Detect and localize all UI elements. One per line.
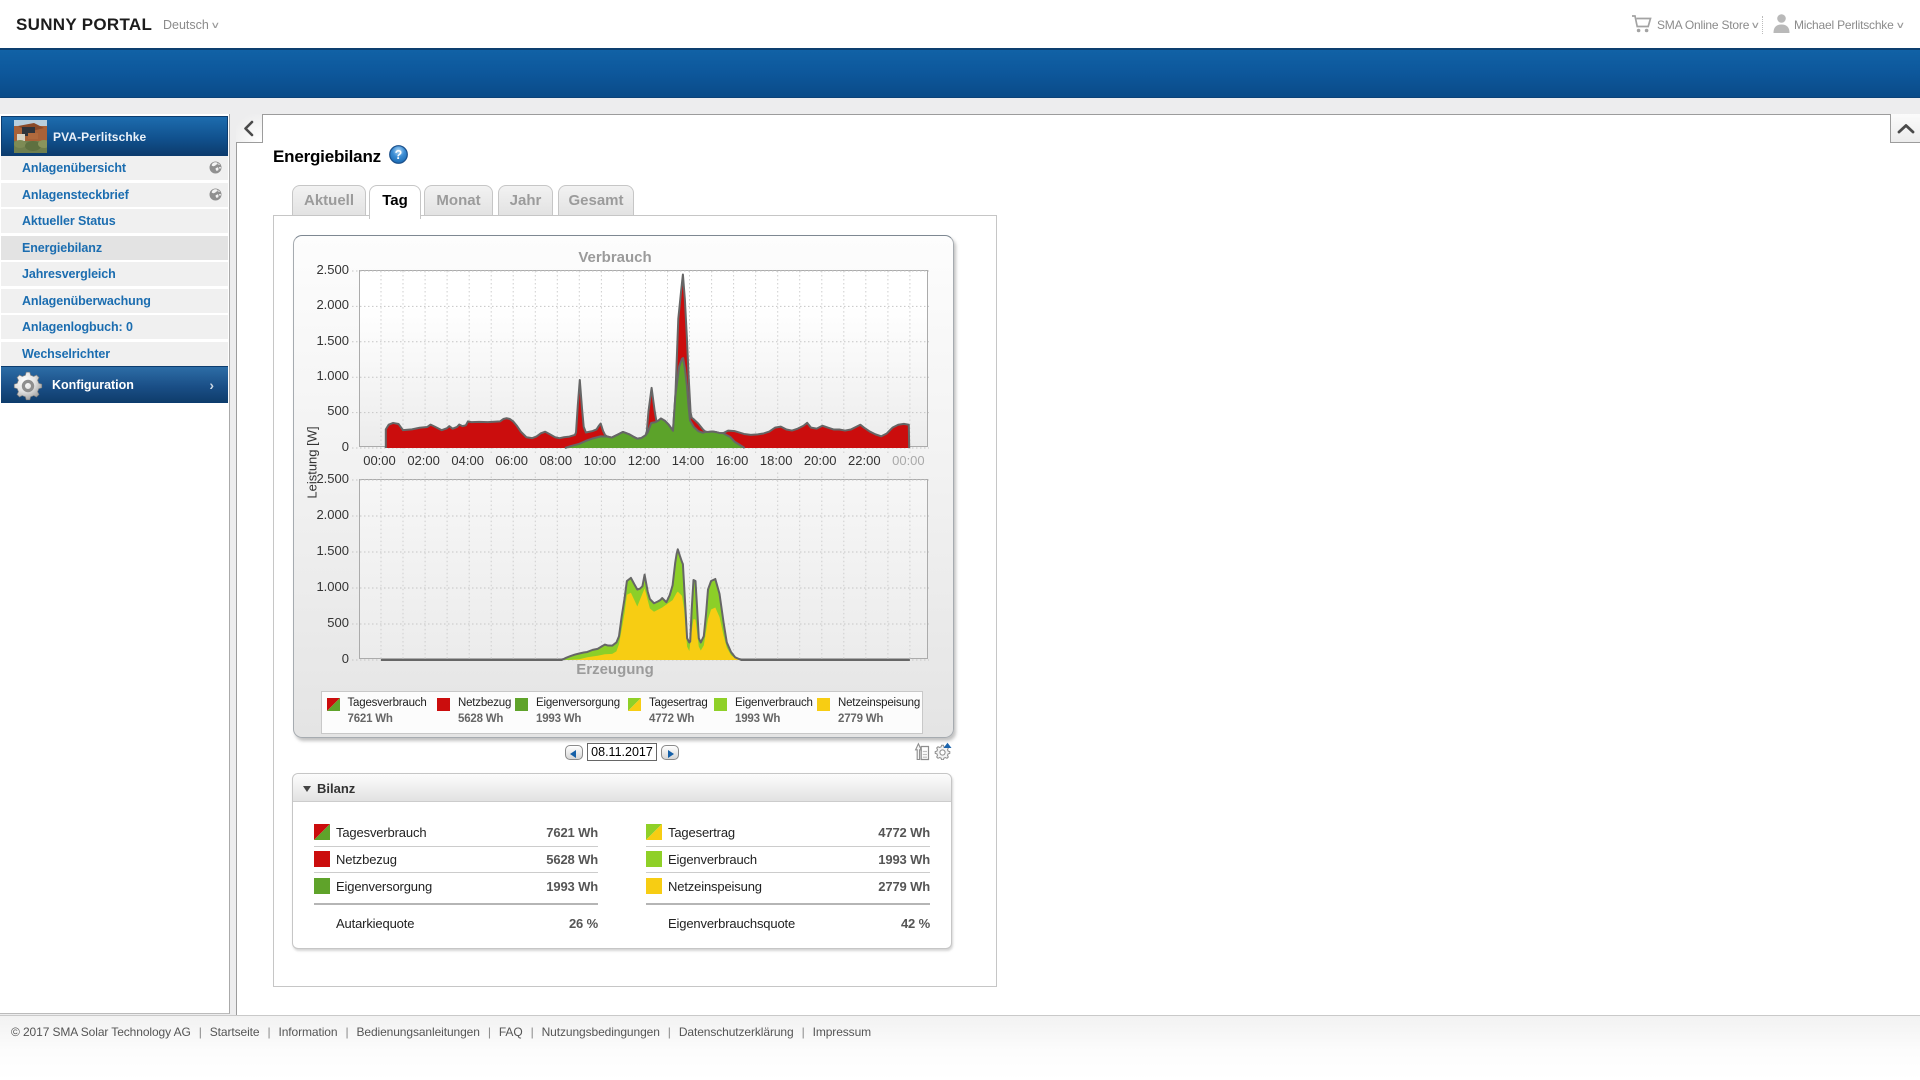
svg-text:?: ?	[395, 148, 403, 162]
